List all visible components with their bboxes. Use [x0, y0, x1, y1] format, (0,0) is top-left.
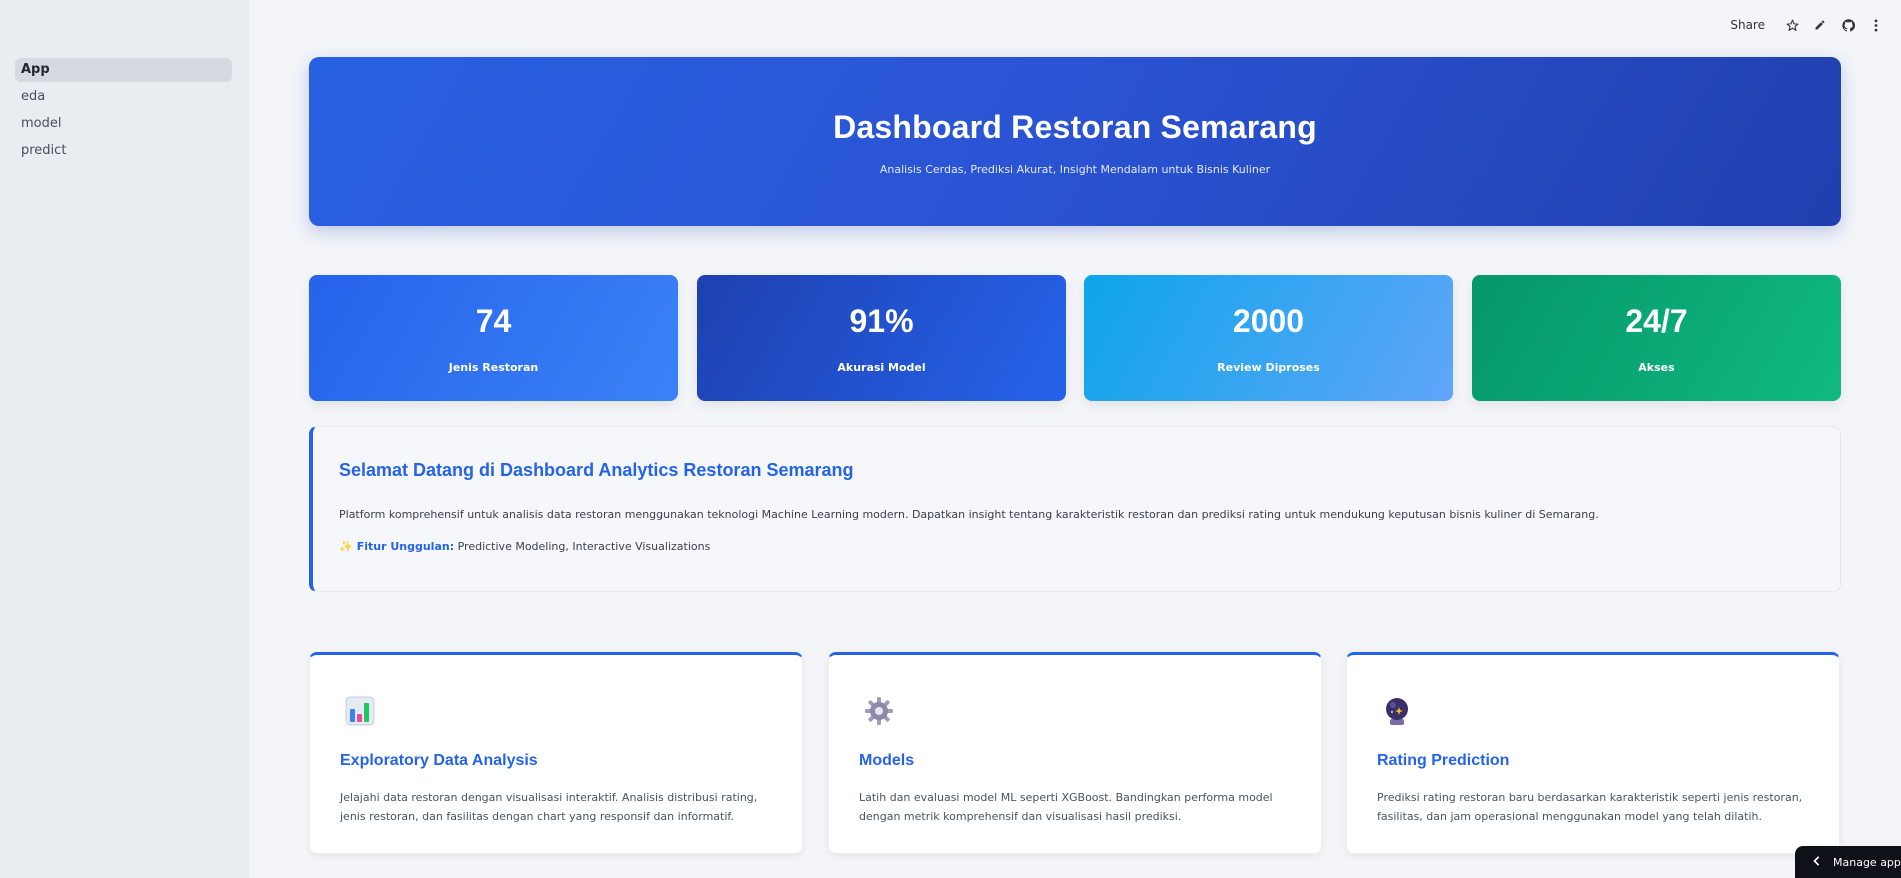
share-button[interactable]: Share [1730, 18, 1765, 32]
sidebar-item-model[interactable]: model [15, 112, 232, 136]
hero-banner: Dashboard Restoran Semarang Analisis Cer… [309, 57, 1841, 226]
crystal-ball-icon [1381, 695, 1413, 727]
feature-card-models[interactable]: Models Latih dan evaluasi model ML seper… [828, 652, 1322, 854]
card-title: Rating Prediction [1377, 752, 1510, 769]
manage-app-label: Manage app [1833, 855, 1901, 869]
welcome-text: Platform komprehensif untuk analisis dat… [339, 508, 1599, 521]
sidebar-item-app[interactable]: App [15, 58, 232, 82]
sidebar-nav: App eda model predict [15, 58, 232, 166]
welcome-features: ✨ Fitur Unggulan: Predictive Modeling, In… [339, 540, 710, 553]
card-description: Latih dan evaluasi model ML seperti XGBo… [859, 791, 1273, 823]
pencil-icon[interactable] [1813, 18, 1827, 32]
sidebar-item-eda[interactable]: eda [15, 85, 232, 109]
stat-value: 2000 [1232, 303, 1305, 339]
feature-card-rating-prediction[interactable]: Rating Prediction Prediksi rating restor… [1346, 652, 1840, 854]
stat-label: Review Diproses [1217, 361, 1320, 374]
chevron-left-icon [1813, 855, 1821, 869]
github-icon[interactable] [1841, 18, 1855, 32]
sidebar-item-predict[interactable]: predict [15, 139, 232, 163]
stat-label: Jenis Restoran [448, 361, 539, 374]
stat-value: 91% [849, 303, 914, 339]
page-title: Dashboard Restoran Semarang [833, 109, 1317, 145]
card-description: Jelajahi data restoran dengan visualisas… [340, 791, 758, 823]
more-vertical-icon[interactable] [1869, 18, 1883, 32]
manage-app-button[interactable]: Manage app [1795, 846, 1901, 878]
stat-value: 24/7 [1625, 303, 1688, 339]
features-text: Predictive Modeling, Interactive Visuali… [457, 540, 711, 553]
card-title: Models [859, 752, 915, 769]
top-toolbar: Share [1730, 14, 1883, 36]
welcome-panel: Selamat Datang di Dashboard Analytics Re… [309, 426, 1841, 592]
stat-label: Akurasi Model [837, 361, 926, 374]
sparkle-icon: ✨ [339, 540, 353, 553]
feature-card-eda[interactable]: Exploratory Data Analysis Jelajahi data … [309, 652, 803, 854]
sidebar: App eda model predict [0, 0, 249, 878]
stat-card-review-diproses: 2000 Review Diproses [1084, 275, 1453, 401]
stat-label: Akses [1638, 361, 1675, 374]
gear-icon [863, 695, 895, 727]
welcome-title: Selamat Datang di Dashboard Analytics Re… [339, 460, 854, 480]
features-label: Fitur Unggulan: [356, 540, 455, 553]
stat-card-akurasi-model: 91% Akurasi Model [697, 275, 1066, 401]
stat-card-akses: 24/7 Akses [1472, 275, 1841, 401]
page-subtitle: Analisis Cerdas, Prediksi Akurat, Insigh… [879, 163, 1271, 176]
card-description: Prediksi rating restoran baru berdasarka… [1377, 791, 1803, 823]
card-title: Exploratory Data Analysis [340, 752, 538, 769]
stat-card-jenis-restoran: 74 Jenis Restoran [309, 275, 678, 401]
stat-value: 74 [475, 303, 512, 339]
star-icon[interactable] [1785, 18, 1799, 32]
bar-chart-icon [344, 695, 376, 727]
